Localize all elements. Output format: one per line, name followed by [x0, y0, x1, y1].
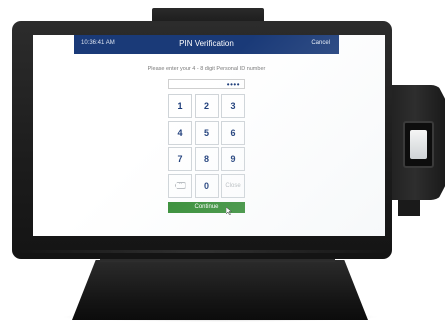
key-3[interactable]: 3	[221, 94, 245, 118]
key-5[interactable]: 5	[194, 120, 219, 145]
scanner-mount	[398, 200, 420, 216]
close-key[interactable]: Close	[221, 173, 245, 198]
key-1[interactable]: 1	[168, 94, 192, 118]
backspace-icon	[174, 182, 186, 189]
backspace-button[interactable]	[168, 173, 192, 198]
key-8[interactable]: 8	[194, 147, 219, 171]
cancel-button[interactable]: Cancel	[311, 40, 330, 46]
fingerprint-sensor-icon[interactable]	[403, 121, 434, 168]
key-9[interactable]: 9	[221, 147, 245, 171]
pin-input[interactable]: ••••	[168, 79, 245, 89]
key-6[interactable]: 6	[221, 120, 245, 145]
continue-button[interactable]: Continue	[168, 202, 245, 213]
key-7[interactable]: 7	[168, 147, 192, 171]
pin-masked-value: ••••	[226, 80, 240, 89]
key-0[interactable]: 0	[194, 173, 219, 198]
terminal-stand-base	[72, 260, 368, 320]
numeric-keypad: 1 2 3 4 5 6 7 8 9 0 Close	[168, 94, 245, 198]
pointer-cursor-icon	[226, 207, 232, 215]
header-bar: 10:36:41 AM PIN Verification Cancel	[74, 35, 339, 54]
key-2[interactable]: 2	[194, 94, 219, 118]
key-4[interactable]: 4	[168, 120, 192, 145]
touch-screen: 10:36:41 AM PIN Verification Cancel Plea…	[33, 35, 385, 236]
page-title: PIN Verification	[179, 39, 234, 48]
instruction-text: Please enter your 4 - 8 digit Personal I…	[147, 66, 266, 72]
